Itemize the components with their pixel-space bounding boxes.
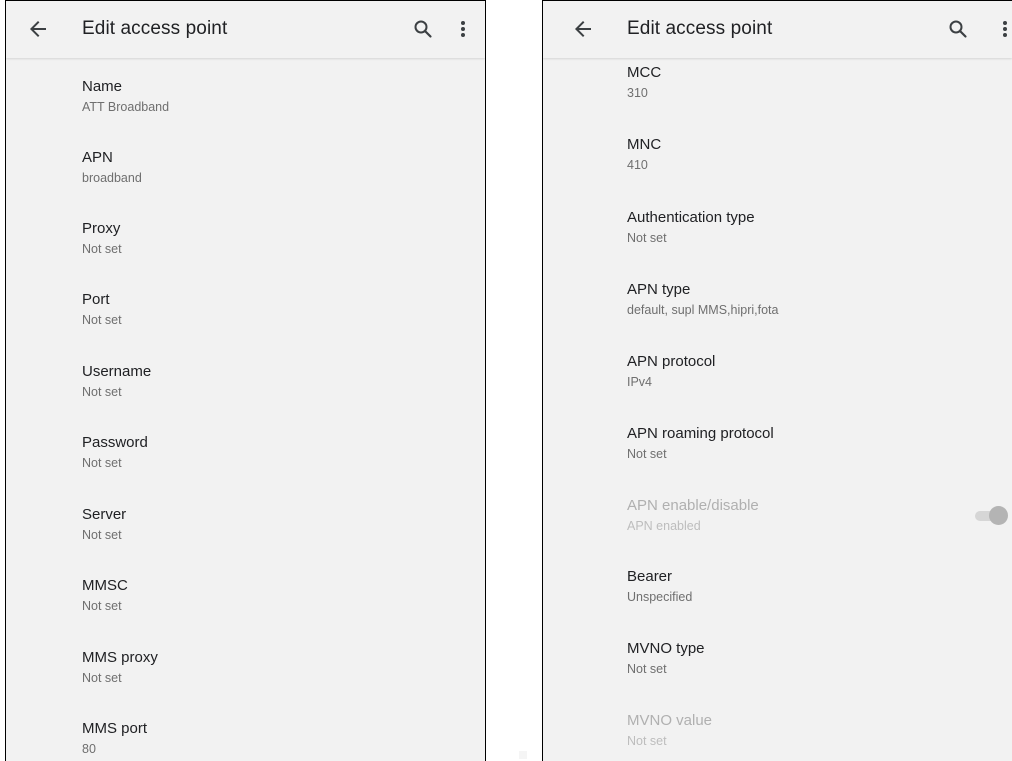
item-title: MCC	[627, 64, 662, 81]
item-summary: default, supl MMS,hipri,fota	[627, 303, 779, 317]
item-title: Port	[82, 291, 110, 308]
item-summary: Not set	[82, 528, 122, 542]
item-title: Username	[82, 363, 152, 380]
item-mms-proxy[interactable]: MMS proxy Not set	[82, 649, 485, 709]
item-title: MNC	[627, 136, 662, 153]
item-title: MMSC	[82, 577, 128, 594]
item-name[interactable]: Name ATT Broadband	[82, 78, 485, 138]
item-apn-protocol[interactable]: APN protocol IPv4	[627, 353, 1012, 413]
item-apn-type[interactable]: APN type default, supl MMS,hipri,fota	[627, 281, 1012, 341]
more-vert-icon[interactable]	[456, 17, 470, 41]
app-bar: Edit access point	[543, 1, 1012, 58]
item-authentication-type[interactable]: Authentication type Not set	[627, 209, 1012, 269]
item-title: APN type	[627, 281, 691, 298]
item-mvno-value: MVNO value Not set	[627, 712, 1012, 761]
left-screen: Name ATT Broadband APN broadband Proxy N…	[5, 0, 486, 761]
item-summary: IPv4	[627, 375, 653, 389]
item-server[interactable]: Server Not set	[82, 506, 485, 566]
item-title: APN enable/disable	[627, 497, 759, 514]
item-apn[interactable]: APN broadband	[82, 149, 485, 209]
item-summary: Not set	[82, 671, 122, 685]
item-title: Proxy	[82, 220, 121, 237]
item-summary: Not set	[82, 242, 122, 256]
item-mnc[interactable]: MNC 410	[627, 136, 1012, 196]
item-title: Name	[82, 78, 123, 95]
item-summary: 80	[82, 742, 96, 756]
right-screen: MCC 310 MNC 410 Authentication type Not …	[542, 0, 1012, 761]
item-summary: Not set	[82, 313, 122, 327]
item-proxy[interactable]: Proxy Not set	[82, 220, 485, 280]
separator-mark	[519, 751, 527, 759]
item-port[interactable]: Port Not set	[82, 291, 485, 351]
item-summary: Not set	[82, 385, 122, 399]
item-summary: Not set	[627, 447, 667, 461]
item-username[interactable]: Username Not set	[82, 363, 485, 423]
item-summary: broadband	[82, 171, 142, 185]
item-summary: Not set	[82, 599, 122, 613]
item-bearer[interactable]: Bearer Unspecified	[627, 568, 1012, 628]
item-summary: 310	[627, 86, 648, 100]
search-icon[interactable]	[946, 17, 970, 41]
item-summary: Unspecified	[627, 590, 693, 604]
item-mvno-type[interactable]: MVNO type Not set	[627, 640, 1012, 700]
arrow-back-icon[interactable]	[571, 17, 595, 41]
search-icon[interactable]	[411, 17, 435, 41]
app-bar: Edit access point	[6, 1, 485, 58]
item-summary: Not set	[82, 456, 122, 470]
item-title: MVNO type	[627, 640, 705, 657]
item-title: APN	[82, 149, 113, 166]
item-apn-roaming-protocol[interactable]: APN roaming protocol Not set	[627, 425, 1012, 485]
item-password[interactable]: Password Not set	[82, 434, 485, 494]
item-title: MMS proxy	[82, 649, 158, 666]
page-title: Edit access point	[627, 18, 773, 39]
item-title: APN protocol	[627, 353, 716, 370]
item-title: APN roaming protocol	[627, 425, 774, 442]
item-summary: Not set	[627, 662, 667, 676]
item-title: Bearer	[627, 568, 673, 585]
item-title: Server	[82, 506, 127, 523]
item-mcc[interactable]: MCC 310	[627, 64, 1012, 124]
apn-enable-toggle[interactable]	[973, 505, 1009, 525]
toggle-thumb	[989, 506, 1008, 525]
item-title: Authentication type	[627, 209, 755, 226]
item-title: MVNO value	[627, 712, 713, 729]
item-mms-port[interactable]: MMS port 80	[82, 720, 485, 761]
more-vert-icon[interactable]	[998, 17, 1012, 41]
item-summary: 410	[627, 158, 648, 172]
page-title: Edit access point	[82, 18, 228, 39]
arrow-back-icon[interactable]	[26, 17, 50, 41]
item-summary: Not set	[627, 231, 667, 245]
item-summary: ATT Broadband	[82, 100, 170, 114]
item-apn-enable-disable: APN enable/disable APN enabled	[627, 497, 1012, 557]
item-summary: Not set	[627, 734, 667, 748]
item-title: MMS port	[82, 720, 148, 737]
item-mmsc[interactable]: MMSC Not set	[82, 577, 485, 637]
item-summary: APN enabled	[627, 519, 701, 533]
item-title: Password	[82, 434, 148, 451]
